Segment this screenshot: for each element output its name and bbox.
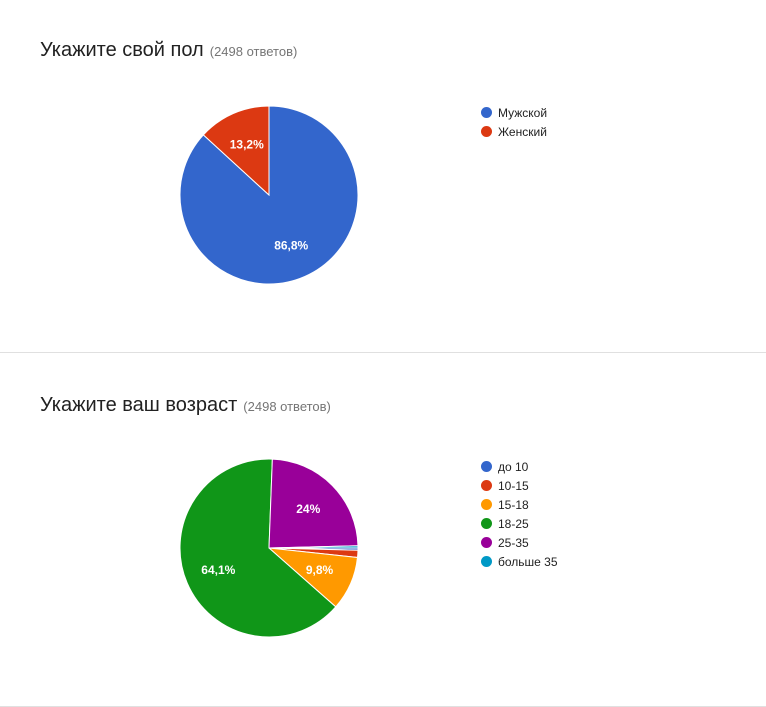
age-legend-item-5[interactable]: больше 35 [481, 552, 558, 571]
age-legend-swatch-1 [481, 480, 492, 491]
gender-legend-swatch-0 [481, 107, 492, 118]
age-question-card: Укажите ваш возраст (2498 ответов) 9,8% 64… [0, 353, 766, 707]
age-legend-item-3[interactable]: 18-25 [481, 514, 558, 533]
age-legend-label-3: 18-25 [498, 516, 529, 531]
gender-question-card: Укажите свой пол (2498 ответов) 86,8% 13,2… [0, 0, 766, 353]
age-legend-swatch-2 [481, 499, 492, 510]
age-legend-label-0: до 10 [498, 459, 529, 474]
gender-slice-label-1: 13,2% [230, 137, 264, 151]
gender-legend-item-0[interactable]: Мужской [481, 103, 547, 122]
age-legend-swatch-4 [481, 537, 492, 548]
age-legend-swatch-3 [481, 518, 492, 529]
age-legend-swatch-5 [481, 556, 492, 567]
age-slice-label-2: 9,8% [306, 563, 334, 577]
gender-legend-item-1[interactable]: Женский [481, 122, 547, 141]
age-legend-label-4: 25-35 [498, 535, 529, 550]
age-legend-item-0[interactable]: до 10 [481, 457, 558, 476]
age-legend-item-4[interactable]: 25-35 [481, 533, 558, 552]
age-legend-item-2[interactable]: 15-18 [481, 495, 558, 514]
age-slice-label-4: 24% [296, 502, 320, 516]
age-slice-label-3: 64,1% [201, 563, 235, 577]
age-legend: до 10 10-15 15-18 18-25 25-35 больше 35 [481, 457, 558, 571]
age-legend-swatch-0 [481, 461, 492, 472]
gender-legend-label-1: Женский [498, 124, 547, 139]
gender-pie-chart: 86,8% 13,2% [179, 105, 359, 285]
age-legend-label-2: 15-18 [498, 497, 529, 512]
age-pie-chart: 9,8% 64,1% 24% [179, 458, 359, 638]
age-legend-label-1: 10-15 [498, 478, 529, 493]
age-legend-item-1[interactable]: 10-15 [481, 476, 558, 495]
gender-legend: Мужской Женский [481, 103, 547, 141]
gender-legend-swatch-1 [481, 126, 492, 137]
gender-slice-label-0: 86,8% [274, 239, 308, 253]
gender-legend-label-0: Мужской [498, 105, 548, 120]
age-legend-label-5: больше 35 [498, 554, 558, 569]
